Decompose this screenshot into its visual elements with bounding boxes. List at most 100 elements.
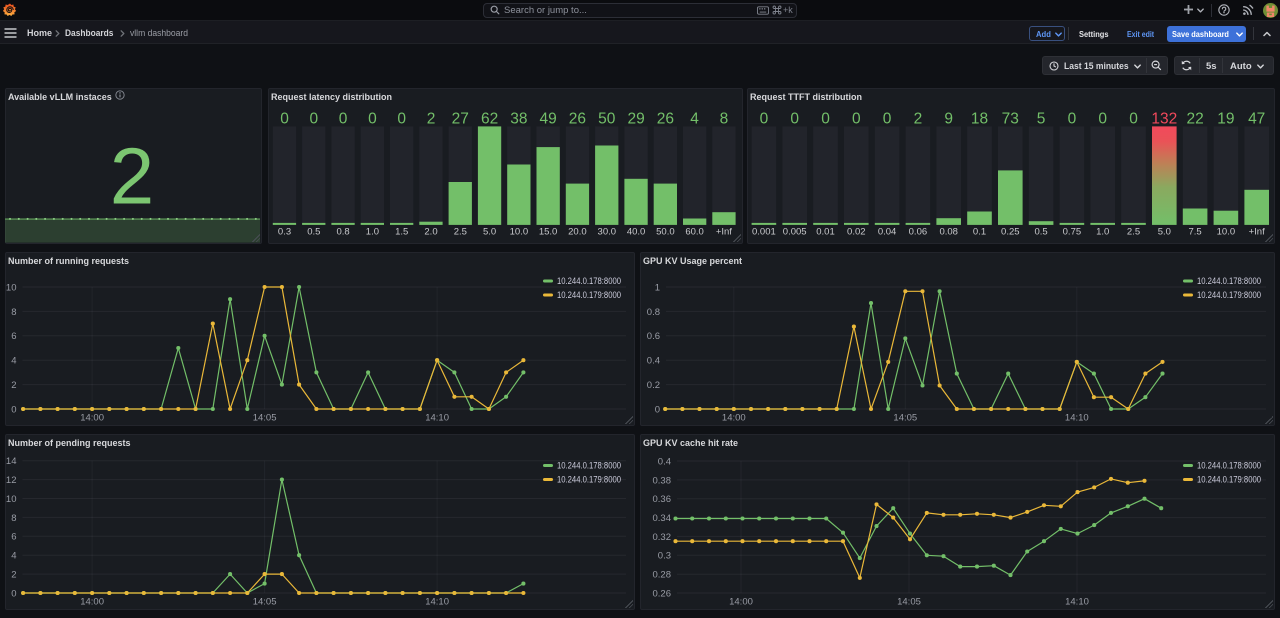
- svg-text:10.244.0.178:8000: 10.244.0.178:8000: [1197, 276, 1261, 286]
- svg-text:14:05: 14:05: [897, 597, 921, 608]
- svg-text:8: 8: [11, 307, 16, 318]
- svg-text:0: 0: [1068, 111, 1077, 128]
- svg-text:10.244.0.179:8000: 10.244.0.179:8000: [557, 475, 621, 485]
- svg-text:0.5: 0.5: [1034, 226, 1047, 237]
- svg-text:14:05: 14:05: [253, 597, 277, 608]
- svg-text:0: 0: [309, 111, 318, 128]
- svg-text:26: 26: [569, 111, 586, 128]
- svg-text:10.0: 10.0: [1217, 226, 1236, 237]
- svg-text:19: 19: [1217, 111, 1234, 128]
- svg-text:8: 8: [720, 111, 729, 128]
- svg-text:0.2: 0.2: [647, 380, 660, 391]
- svg-text:10.244.0.178:8000: 10.244.0.178:8000: [557, 461, 621, 471]
- svg-text:10.0: 10.0: [510, 226, 529, 237]
- svg-text:0.8: 0.8: [647, 307, 660, 318]
- svg-text:+Inf: +Inf: [1249, 226, 1265, 237]
- svg-text:0: 0: [790, 111, 799, 128]
- svg-text:0.001: 0.001: [752, 226, 776, 237]
- svg-text:60.0: 60.0: [685, 226, 704, 237]
- svg-text:26: 26: [657, 111, 674, 128]
- svg-text:0: 0: [1098, 111, 1107, 128]
- svg-text:0: 0: [821, 111, 830, 128]
- svg-text:62: 62: [481, 111, 498, 128]
- svg-text:0.1: 0.1: [973, 226, 986, 237]
- svg-text:0.38: 0.38: [653, 475, 672, 486]
- svg-text:0: 0: [339, 111, 348, 128]
- svg-text:14:00: 14:00: [729, 597, 753, 608]
- svg-text:4: 4: [11, 356, 16, 367]
- svg-text:0.6: 0.6: [647, 331, 660, 342]
- svg-text:0: 0: [280, 111, 289, 128]
- svg-text:2.5: 2.5: [454, 226, 467, 237]
- svg-text:2.0: 2.0: [424, 226, 437, 237]
- svg-text:0.08: 0.08: [939, 226, 958, 237]
- svg-text:29: 29: [627, 111, 644, 128]
- svg-text:2: 2: [427, 111, 436, 128]
- svg-text:1.0: 1.0: [366, 226, 379, 237]
- svg-text:5.0: 5.0: [1158, 226, 1171, 237]
- svg-text:0.3: 0.3: [658, 551, 671, 562]
- svg-text:6: 6: [11, 331, 16, 342]
- svg-text:14:00: 14:00: [80, 413, 104, 424]
- svg-text:0: 0: [655, 404, 660, 415]
- svg-text:2.5: 2.5: [1127, 226, 1140, 237]
- svg-text:7.5: 7.5: [1188, 226, 1201, 237]
- svg-text:+Inf: +Inf: [716, 226, 732, 237]
- svg-text:27: 27: [452, 111, 469, 128]
- svg-text:6: 6: [11, 532, 16, 543]
- svg-text:0.04: 0.04: [878, 226, 897, 237]
- svg-text:14:10: 14:10: [1065, 413, 1089, 424]
- svg-text:8: 8: [11, 513, 16, 524]
- svg-text:14:00: 14:00: [722, 413, 746, 424]
- svg-text:38: 38: [510, 111, 527, 128]
- svg-text:0.8: 0.8: [336, 226, 349, 237]
- svg-text:10.244.0.178:8000: 10.244.0.178:8000: [1197, 461, 1261, 471]
- svg-text:10.244.0.179:8000: 10.244.0.179:8000: [557, 290, 621, 300]
- svg-text:14:05: 14:05: [893, 413, 917, 424]
- svg-text:20.0: 20.0: [568, 226, 587, 237]
- svg-text:0: 0: [11, 588, 16, 599]
- svg-text:0.06: 0.06: [909, 226, 928, 237]
- svg-text:4: 4: [11, 551, 16, 562]
- svg-text:0.4: 0.4: [658, 456, 671, 467]
- svg-text:14:05: 14:05: [253, 413, 277, 424]
- svg-text:2: 2: [914, 111, 923, 128]
- svg-text:10.244.0.179:8000: 10.244.0.179:8000: [1197, 475, 1261, 485]
- svg-text:0: 0: [1129, 111, 1138, 128]
- svg-text:47: 47: [1248, 111, 1265, 128]
- svg-text:10.244.0.179:8000: 10.244.0.179:8000: [1197, 290, 1261, 300]
- svg-text:2: 2: [11, 380, 16, 391]
- svg-text:0: 0: [368, 111, 377, 128]
- svg-text:0.75: 0.75: [1063, 226, 1082, 237]
- svg-text:50.0: 50.0: [656, 226, 675, 237]
- svg-text:10: 10: [6, 494, 17, 505]
- svg-text:73: 73: [1002, 111, 1019, 128]
- svg-text:0.26: 0.26: [653, 588, 672, 599]
- svg-text:15.0: 15.0: [539, 226, 558, 237]
- svg-text:0: 0: [397, 111, 406, 128]
- svg-text:10.244.0.178:8000: 10.244.0.178:8000: [557, 276, 621, 286]
- svg-text:14:10: 14:10: [425, 413, 449, 424]
- svg-text:2: 2: [11, 570, 16, 581]
- svg-text:0.32: 0.32: [653, 532, 672, 543]
- svg-text:1.0: 1.0: [1096, 226, 1109, 237]
- svg-text:0.5: 0.5: [307, 226, 320, 237]
- svg-text:0.36: 0.36: [653, 494, 672, 505]
- svg-text:10: 10: [6, 282, 17, 293]
- svg-text:0.02: 0.02: [847, 226, 866, 237]
- svg-text:49: 49: [539, 111, 556, 128]
- svg-text:0.01: 0.01: [816, 226, 835, 237]
- svg-text:12: 12: [6, 475, 17, 486]
- svg-text:0.3: 0.3: [278, 226, 291, 237]
- svg-text:30.0: 30.0: [598, 226, 617, 237]
- svg-text:1.5: 1.5: [395, 226, 408, 237]
- svg-text:0: 0: [760, 111, 769, 128]
- svg-text:14:10: 14:10: [1065, 597, 1089, 608]
- svg-text:1: 1: [655, 282, 660, 293]
- svg-text:0.005: 0.005: [783, 226, 807, 237]
- svg-text:0.34: 0.34: [653, 513, 672, 524]
- svg-text:18: 18: [971, 111, 988, 128]
- svg-text:50: 50: [598, 111, 616, 128]
- svg-text:0: 0: [11, 404, 16, 415]
- svg-text:0.25: 0.25: [1001, 226, 1020, 237]
